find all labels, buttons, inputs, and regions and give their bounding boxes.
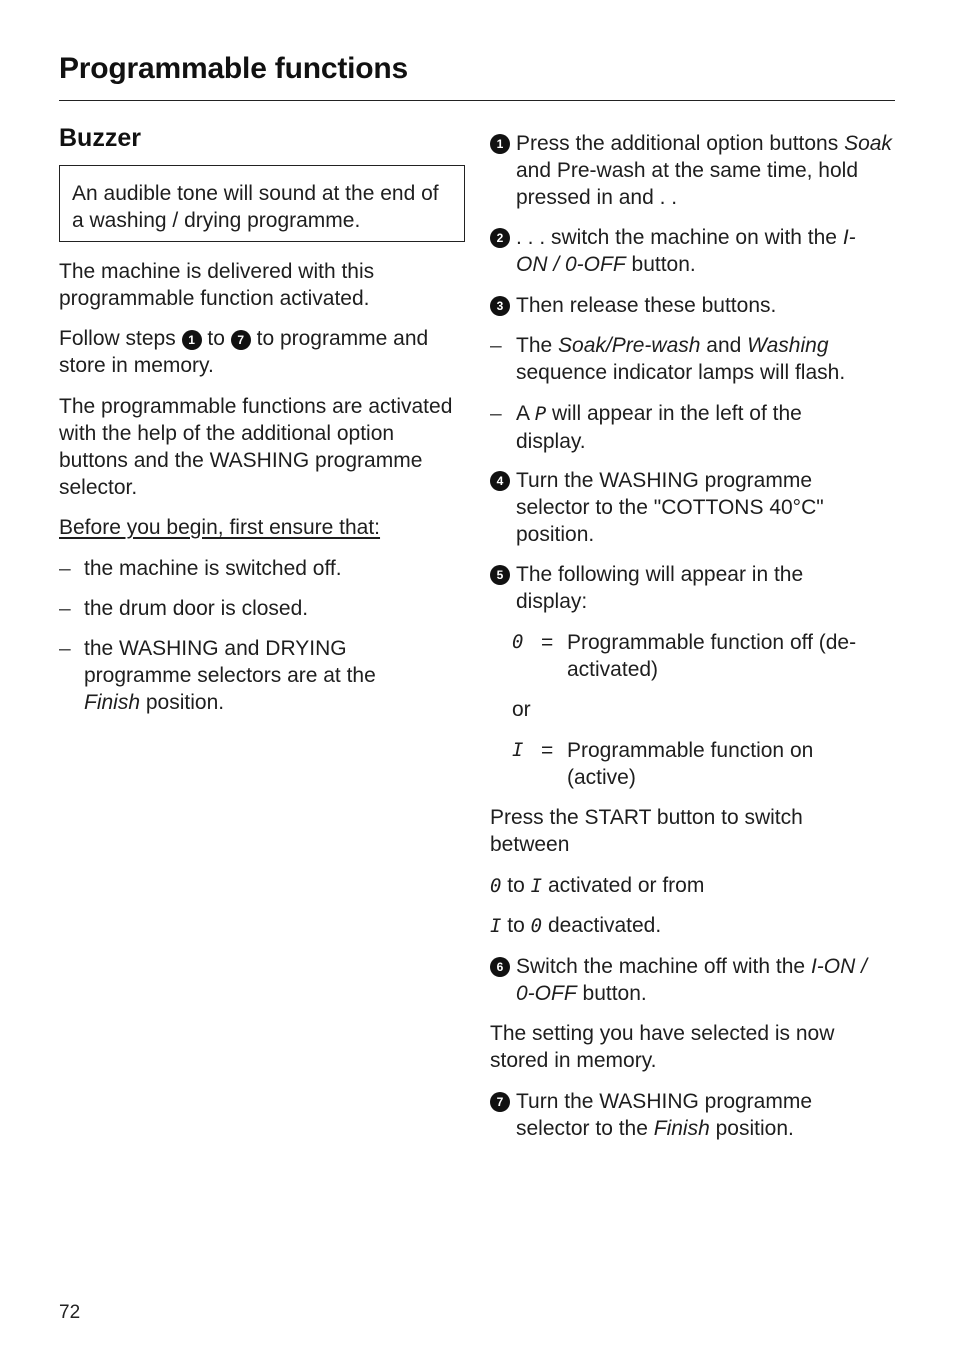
display-symbol: 0	[512, 631, 524, 653]
stored-paragraph: The setting you have selected is now sto…	[490, 1022, 835, 1072]
step-1-icon: 1	[181, 330, 202, 350]
step-number-icon: 1	[490, 134, 510, 154]
prereq-text: the machine is switched off.	[84, 557, 342, 580]
note-box: An audible tone will sound at the end of…	[59, 165, 465, 242]
step-text: Press the additional option buttons Soak…	[516, 132, 892, 209]
start-paragraph: Press the START button to switch between	[490, 806, 803, 856]
display-p-symbol: P	[534, 403, 547, 425]
note-text: The Soak/Pre-wash and Washing sequence i…	[516, 334, 846, 384]
dash-bullet: –	[59, 637, 71, 660]
steps-text-middle: to	[207, 327, 225, 350]
equals-sign: =	[541, 739, 554, 762]
step-text: Then release these buttons.	[516, 294, 777, 317]
step-text: Switch the machine off with the I-ON / 0…	[516, 955, 867, 1005]
toggle-deactivate: I to 0 deactivated.	[490, 914, 662, 937]
steps-text-before: Follow steps	[59, 327, 176, 350]
display-description: Programmable function on (active)	[567, 739, 814, 789]
functions-paragraph: The programmable functions are activated…	[59, 395, 453, 499]
note-text: A P will appear in the left of the displ…	[516, 402, 802, 453]
step-number-icon: 7	[490, 1092, 510, 1112]
step-text: The following will appear in the display…	[516, 563, 804, 613]
step-text: Turn the WASHING programme selector to t…	[516, 469, 824, 546]
step-number-icon: 5	[490, 565, 510, 585]
display-description: Programmable function off (de-activated)	[567, 631, 857, 681]
step-number-icon: 3	[490, 296, 510, 316]
display-symbol: I	[512, 739, 524, 761]
dash-bullet: –	[59, 557, 71, 580]
page-title: Programmable functions	[59, 52, 408, 85]
step-7-icon: 7	[230, 330, 251, 350]
step-text: . . . switch the machine on with the I-O…	[516, 226, 856, 276]
dash-bullet: –	[490, 402, 502, 425]
prereq-heading: Before you begin, first ensure that:	[59, 516, 381, 539]
step-text: Turn the WASHING programme selector to t…	[516, 1090, 813, 1140]
dash-bullet: –	[59, 597, 71, 620]
prereq-text: the WASHING and DRYING programme selecto…	[84, 637, 376, 714]
page-number: 72	[59, 1302, 81, 1323]
or-label: or	[512, 698, 531, 721]
step-number-icon: 4	[490, 471, 510, 491]
step-number-icon: 6	[490, 957, 510, 977]
note-text: An audible tone will sound at the end of…	[72, 182, 439, 232]
intro-paragraph: The machine is delivered with this progr…	[59, 260, 375, 310]
prereq-text: the drum door is closed.	[84, 597, 309, 620]
title-divider	[59, 100, 895, 101]
steps-paragraph: Follow steps 1 to 7 to programme and sto…	[59, 325, 469, 379]
equals-sign: =	[541, 631, 554, 654]
section-title: Buzzer	[59, 124, 141, 152]
toggle-activate: 0 to I activated or from	[490, 874, 705, 897]
dash-bullet: –	[490, 334, 502, 357]
step-number-icon: 2	[490, 228, 510, 248]
